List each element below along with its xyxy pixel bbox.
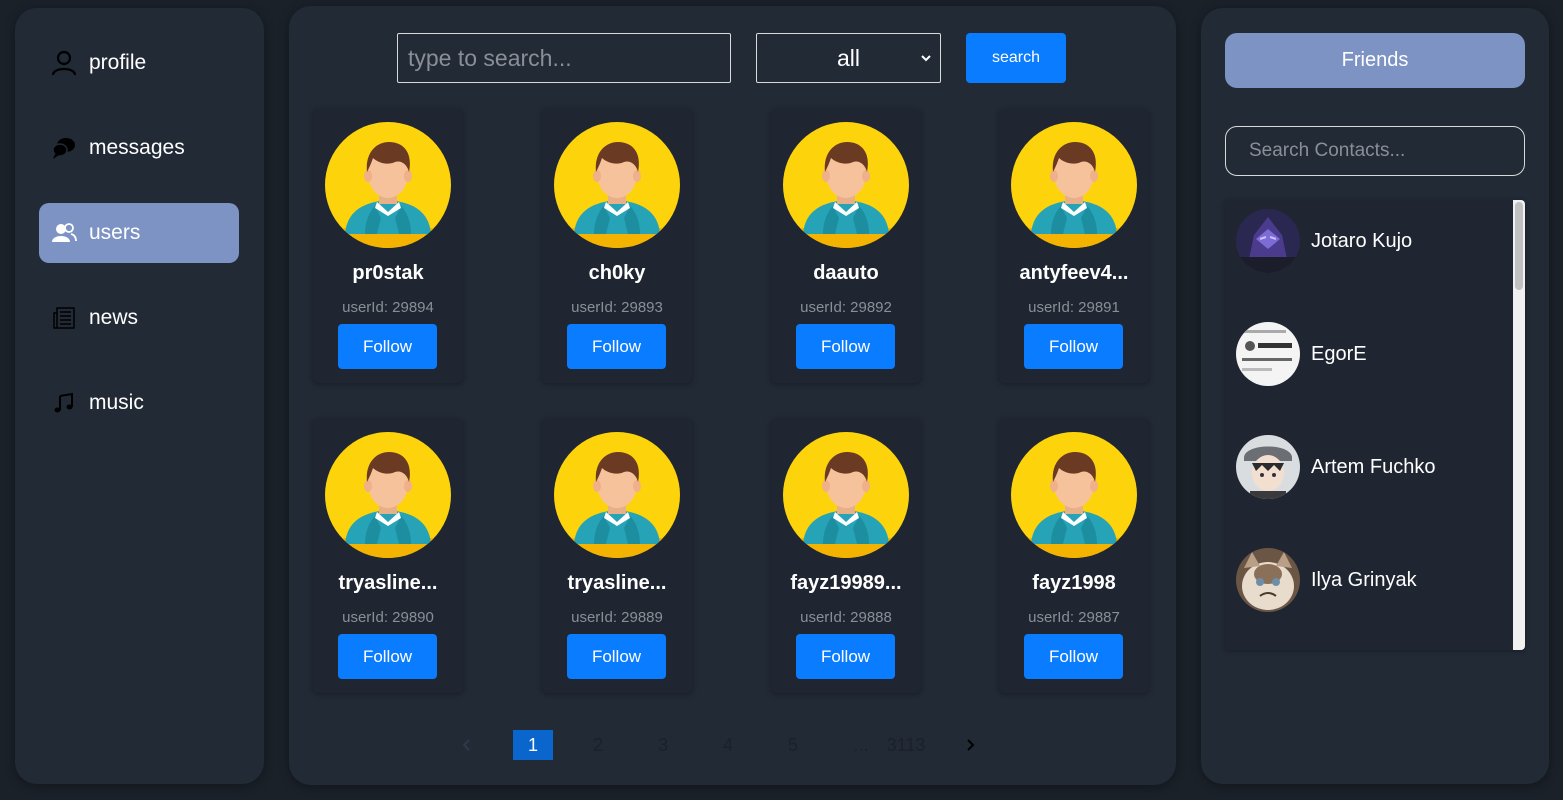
user-id: userId: 29888 xyxy=(800,609,892,626)
user-name[interactable]: fayz19989... xyxy=(771,572,921,595)
contacts-scrollbar[interactable] xyxy=(1513,200,1525,650)
contact-item[interactable]: Jotaro Kujo xyxy=(1236,209,1412,273)
user-card: fayz19989... userId: 29888 Follow xyxy=(771,419,921,693)
user-id: userId: 29890 xyxy=(342,609,434,626)
user-icon xyxy=(51,50,77,76)
user-id: userId: 29892 xyxy=(800,299,892,316)
default-avatar-icon xyxy=(783,122,909,248)
default-avatar-icon xyxy=(554,122,680,248)
contact-name: Ilya Grinyak xyxy=(1311,568,1417,591)
pagination-page-2[interactable]: 2 xyxy=(578,730,618,760)
contact-name: Jotaro Kujo xyxy=(1311,229,1413,252)
user-name[interactable]: tryasline... xyxy=(313,572,463,595)
nav-label-music: music xyxy=(89,391,144,414)
user-name[interactable]: antyfeev4... xyxy=(999,262,1149,285)
nav-item-users[interactable]: users xyxy=(39,203,239,263)
newspaper-icon xyxy=(51,305,77,331)
follow-button[interactable]: Follow xyxy=(338,324,437,369)
chevron-right-icon xyxy=(967,739,975,751)
follow-button[interactable]: Follow xyxy=(796,324,895,369)
sidebar-nav: profile messages users news music xyxy=(15,8,264,784)
default-avatar-icon xyxy=(1011,122,1137,248)
contact-item[interactable]: Ilya Grinyak xyxy=(1236,548,1417,612)
contact-avatar xyxy=(1236,435,1300,499)
nav-label-users: users xyxy=(89,221,141,244)
nav-item-news[interactable]: news xyxy=(39,288,239,348)
contacts-list: Jotaro Kujo EgorE Artem Fuchko Ilya Grin… xyxy=(1225,200,1525,650)
contact-avatar xyxy=(1236,322,1300,386)
user-id: userId: 29894 xyxy=(342,299,434,316)
pagination-page-4[interactable]: 4 xyxy=(708,730,748,760)
contact-name: Artem Fuchko xyxy=(1311,455,1436,478)
friends-button[interactable]: Friends xyxy=(1225,33,1525,88)
user-id: userId: 29891 xyxy=(1028,299,1120,316)
chevron-left-icon xyxy=(462,739,470,751)
default-avatar-icon xyxy=(325,432,451,558)
user-card: antyfeev4... userId: 29891 Follow xyxy=(999,109,1149,383)
nav-label-messages: messages xyxy=(89,136,185,159)
nav-item-profile[interactable]: profile xyxy=(39,33,239,93)
pagination-page-5[interactable]: 5 xyxy=(773,730,813,760)
user-name[interactable]: tryasline... xyxy=(542,572,692,595)
contact-avatar xyxy=(1236,548,1300,612)
contact-avatar xyxy=(1236,209,1300,273)
default-avatar-icon xyxy=(783,432,909,558)
pagination-page-1[interactable]: 1 xyxy=(513,730,553,760)
search-button-label: search xyxy=(991,49,1041,66)
user-card: pr0stak userId: 29894 Follow xyxy=(313,109,463,383)
search-input[interactable] xyxy=(397,33,731,83)
filter-select-value: all xyxy=(836,44,860,71)
filter-select[interactable]: all xyxy=(756,33,941,83)
friends-panel: Friends Jotaro Kujo EgorE Artem Fuchko I xyxy=(1201,8,1549,784)
search-button[interactable]: search xyxy=(966,33,1066,83)
nav-item-messages[interactable]: messages xyxy=(39,118,239,178)
user-id: userId: 29887 xyxy=(1028,609,1120,626)
follow-button[interactable]: Follow xyxy=(338,634,437,679)
user-name[interactable]: daauto xyxy=(771,262,921,285)
contacts-search-input[interactable] xyxy=(1225,126,1525,176)
nav-label-news: news xyxy=(89,306,139,329)
user-card: fayz1998 userId: 29887 Follow xyxy=(999,419,1149,693)
contact-item[interactable]: EgorE xyxy=(1236,322,1367,386)
user-card: tryasline... userId: 29890 Follow xyxy=(313,419,463,693)
default-avatar-icon xyxy=(325,122,451,248)
user-name[interactable]: fayz1998 xyxy=(999,572,1149,595)
chat-bubbles-icon xyxy=(51,135,77,161)
follow-button[interactable]: Follow xyxy=(796,634,895,679)
user-id: userId: 29893 xyxy=(571,299,663,316)
follow-button[interactable]: Follow xyxy=(567,634,666,679)
music-note-icon xyxy=(51,390,77,416)
pagination-ellipsis[interactable]: ... xyxy=(850,730,872,760)
pagination-next[interactable] xyxy=(960,730,980,760)
follow-button[interactable]: Follow xyxy=(1024,634,1123,679)
chevron-down-icon xyxy=(921,55,931,62)
contact-name: EgorE xyxy=(1311,342,1367,365)
user-name[interactable]: pr0stak xyxy=(313,262,463,285)
users-panel: all search pr0stak userId: 29894 Follow … xyxy=(289,6,1176,785)
follow-button[interactable]: Follow xyxy=(567,324,666,369)
contacts-scrollbar-thumb[interactable] xyxy=(1515,202,1523,290)
friends-button-label: Friends xyxy=(1341,49,1409,71)
user-name[interactable]: ch0ky xyxy=(542,262,692,285)
pagination-page-3[interactable]: 3 xyxy=(643,730,683,760)
users-icon xyxy=(51,220,77,246)
user-card: ch0ky userId: 29893 Follow xyxy=(542,109,692,383)
user-card: daauto userId: 29892 Follow xyxy=(771,109,921,383)
pagination-page-last[interactable]: 3113 xyxy=(883,730,929,760)
nav-label-profile: profile xyxy=(89,51,147,74)
user-card: tryasline... userId: 29889 Follow xyxy=(542,419,692,693)
nav-item-music[interactable]: music xyxy=(39,373,239,433)
default-avatar-icon xyxy=(554,432,680,558)
contact-item[interactable]: Artem Fuchko xyxy=(1236,435,1435,499)
default-avatar-icon xyxy=(1011,432,1137,558)
pagination-prev[interactable] xyxy=(457,730,477,760)
user-id: userId: 29889 xyxy=(571,609,663,626)
follow-button[interactable]: Follow xyxy=(1024,324,1123,369)
